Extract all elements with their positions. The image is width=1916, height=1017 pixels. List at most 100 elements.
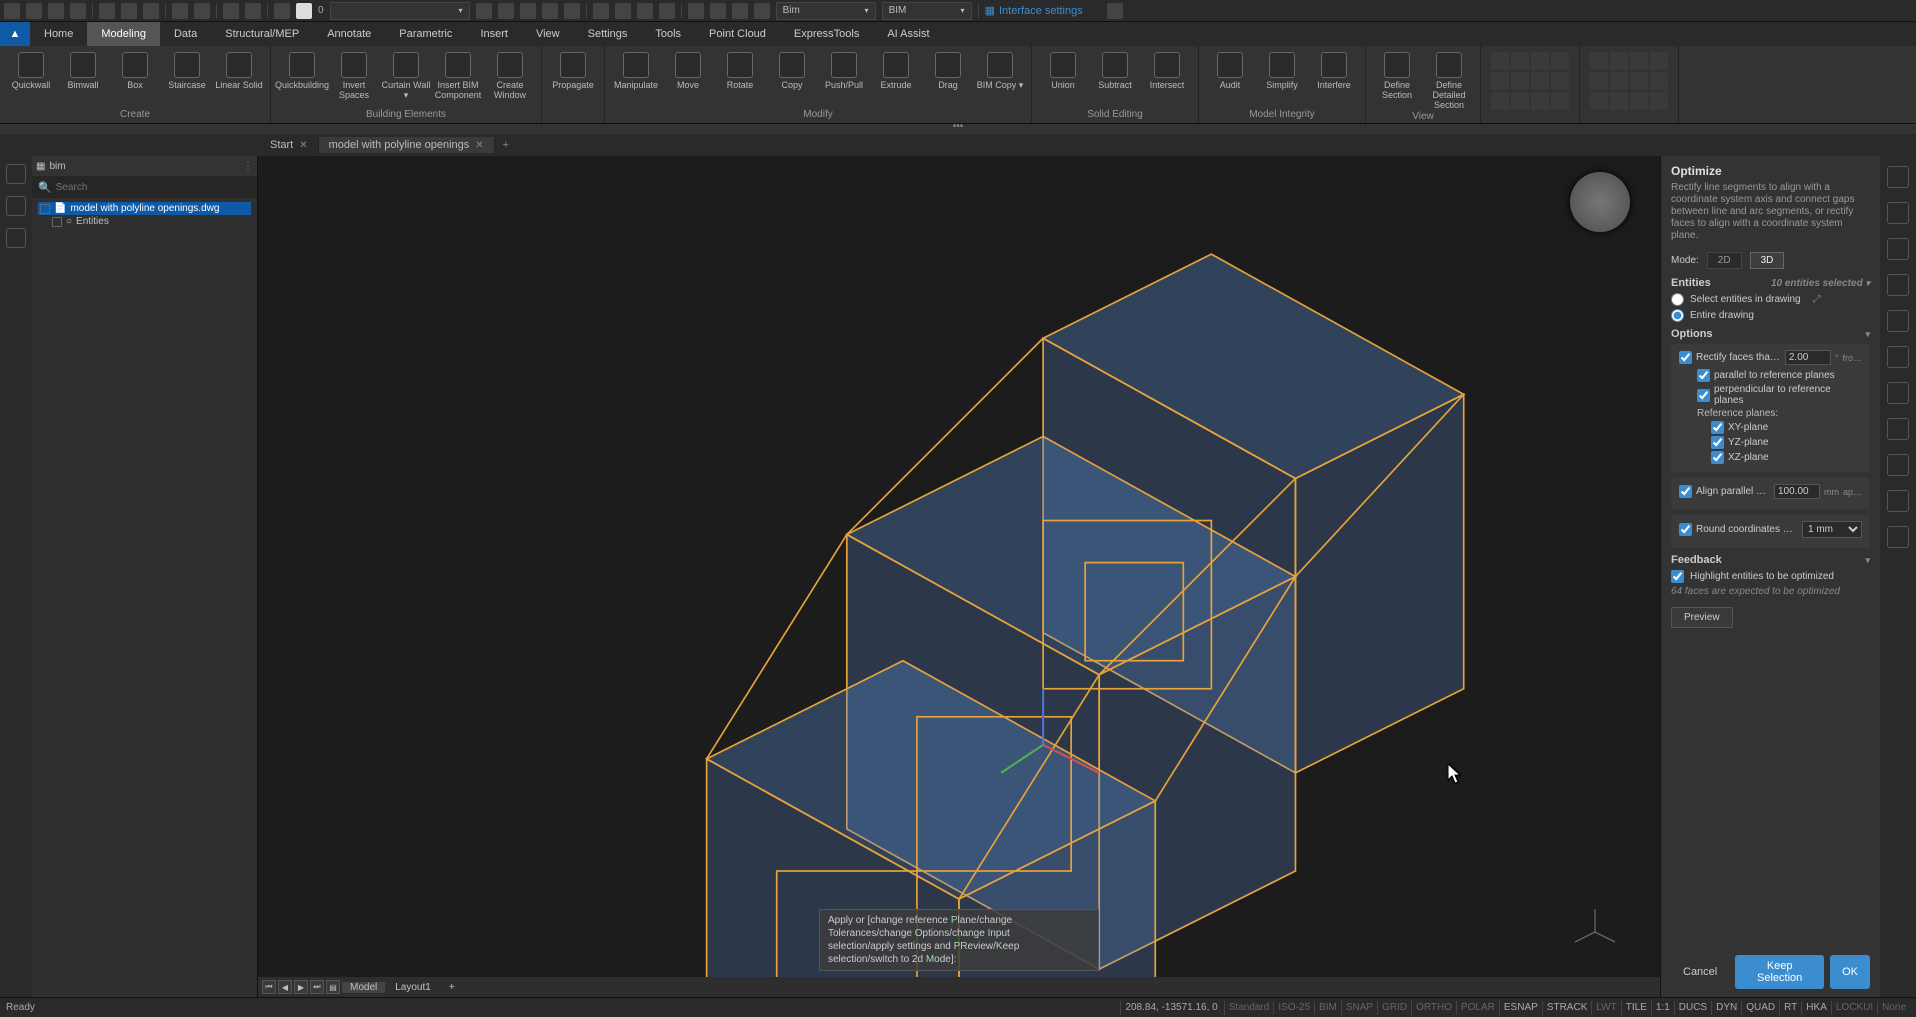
ribbon-copy[interactable]: Copy xyxy=(767,48,817,90)
round-select[interactable]: 1 mm xyxy=(1802,521,1862,538)
collapse-icon[interactable]: ▾ xyxy=(1865,329,1870,340)
ribbon-bim-copy-[interactable]: BIM Copy ▾ xyxy=(975,48,1025,90)
qat-icon[interactable] xyxy=(615,3,631,19)
status-standard[interactable]: Standard xyxy=(1224,1001,1274,1015)
ribbon-rotate[interactable]: Rotate xyxy=(715,48,765,90)
qat-icon[interactable] xyxy=(476,3,492,19)
status-none[interactable]: None xyxy=(1877,1001,1910,1015)
status-11[interactable]: 1:1 xyxy=(1651,1001,1674,1015)
tool-icon[interactable] xyxy=(1887,310,1909,332)
rectify-value[interactable] xyxy=(1785,350,1831,365)
ribbon-audit[interactable]: Audit xyxy=(1205,48,1255,90)
status-lockui[interactable]: LOCKUI xyxy=(1831,1001,1877,1015)
xz-plane-checkbox[interactable] xyxy=(1711,451,1724,464)
yz-plane-checkbox[interactable] xyxy=(1711,436,1724,449)
viewport-3d[interactable]: Apply or [change reference Plane/change … xyxy=(258,156,1660,997)
menu-tab-modeling[interactable]: Modeling xyxy=(87,22,160,46)
qat-icon[interactable] xyxy=(593,3,609,19)
ribbon-small-tool[interactable] xyxy=(1551,72,1569,90)
status-tile[interactable]: TILE xyxy=(1621,1001,1651,1015)
status-rt[interactable]: RT xyxy=(1779,1001,1801,1015)
tree-file-row[interactable]: 📄 model with polyline openings.dwg xyxy=(38,202,251,215)
ribbon-bimwall[interactable]: Bimwall xyxy=(58,48,108,90)
ribbon-create-window[interactable]: Create Window xyxy=(485,48,535,100)
tool-icon[interactable] xyxy=(1887,238,1909,260)
expand-icon[interactable] xyxy=(40,204,50,214)
perpendicular-checkbox[interactable] xyxy=(1697,389,1710,402)
status-lwt[interactable]: LWT xyxy=(1591,1001,1620,1015)
tool-icon[interactable] xyxy=(1887,382,1909,404)
menu-tab-structural-mep[interactable]: Structural/MEP xyxy=(211,22,313,46)
qat-icon[interactable] xyxy=(754,3,770,19)
doc-tab[interactable]: Start✕ xyxy=(260,137,319,153)
status-strack[interactable]: STRACK xyxy=(1542,1001,1592,1015)
ribbon-small-tool[interactable] xyxy=(1590,52,1608,70)
qat-icon[interactable] xyxy=(498,3,514,19)
expand-icon[interactable] xyxy=(52,217,62,227)
qat-icon[interactable] xyxy=(542,3,558,19)
ribbon-small-tool[interactable] xyxy=(1531,52,1549,70)
layout-list[interactable]: ▤ xyxy=(326,980,340,994)
status-ortho[interactable]: ORTHO xyxy=(1411,1001,1456,1015)
rectify-checkbox[interactable] xyxy=(1679,351,1692,364)
ribbon-small-tool[interactable] xyxy=(1590,72,1608,90)
tree-entities-row[interactable]: ○ Entities xyxy=(38,215,251,228)
ribbon-invert-spaces[interactable]: Invert Spaces xyxy=(329,48,379,100)
home-icon[interactable] xyxy=(6,196,26,216)
round-checkbox[interactable] xyxy=(1679,523,1692,536)
tool-icon[interactable] xyxy=(1887,274,1909,296)
qat-icon[interactable] xyxy=(99,3,115,19)
search-input[interactable] xyxy=(56,182,251,193)
cancel-button[interactable]: Cancel xyxy=(1671,955,1729,989)
ribbon-small-tool[interactable] xyxy=(1590,92,1608,110)
menu-tab-annotate[interactable]: Annotate xyxy=(313,22,385,46)
interface-settings-link[interactable]: ▦ Interface settings xyxy=(985,4,1083,17)
layout-tab-layout1[interactable]: Layout1 xyxy=(387,982,439,993)
preview-button[interactable]: Preview xyxy=(1671,607,1733,628)
drag-handle-icon[interactable]: ⋮ xyxy=(243,161,253,172)
menu-tab-tools[interactable]: Tools xyxy=(641,22,695,46)
tool-icon[interactable] xyxy=(1887,346,1909,368)
collapse-icon[interactable]: ▾ xyxy=(1865,555,1870,566)
qat-icon[interactable] xyxy=(143,3,159,19)
status-quad[interactable]: QUAD xyxy=(1741,1001,1779,1015)
highlight-checkbox[interactable] xyxy=(1671,570,1684,583)
ribbon-interfere[interactable]: Interfere xyxy=(1309,48,1359,90)
ribbon-small-tool[interactable] xyxy=(1650,92,1668,110)
tool-icon[interactable] xyxy=(1887,490,1909,512)
qat-icon[interactable] xyxy=(245,3,261,19)
status-polar[interactable]: POLAR xyxy=(1456,1001,1499,1015)
status-ducs[interactable]: DUCS xyxy=(1674,1001,1711,1015)
ribbon-define-section[interactable]: Define Section xyxy=(1372,48,1422,100)
ribbon-intersect[interactable]: Intersect xyxy=(1142,48,1192,90)
ribbon-subtract[interactable]: Subtract xyxy=(1090,48,1140,90)
close-icon[interactable]: ✕ xyxy=(475,140,483,151)
menu-tab-settings[interactable]: Settings xyxy=(574,22,642,46)
command-line[interactable]: Apply or [change reference Plane/change … xyxy=(819,909,1099,971)
mode-3d-button[interactable]: 3D xyxy=(1750,252,1785,269)
qat-icon[interactable] xyxy=(659,3,675,19)
qat-icon[interactable] xyxy=(688,3,704,19)
xy-plane-checkbox[interactable] xyxy=(1711,421,1724,434)
status-dyn[interactable]: DYN xyxy=(1711,1001,1741,1015)
tool-icon[interactable] xyxy=(1887,166,1909,188)
pick-icon[interactable]: ⤢ xyxy=(1813,294,1821,305)
ribbon-drag[interactable]: Drag xyxy=(923,48,973,90)
ribbon-quickwall[interactable]: Quickwall xyxy=(6,48,56,90)
radio-select-entities[interactable] xyxy=(1671,293,1684,306)
ribbon-staircase[interactable]: Staircase xyxy=(162,48,212,90)
menu-tab-view[interactable]: View xyxy=(522,22,574,46)
viewcube[interactable] xyxy=(1570,172,1630,232)
qat-icon[interactable] xyxy=(70,3,86,19)
ribbon-simplify[interactable]: Simplify xyxy=(1257,48,1307,90)
ribbon-propagate[interactable]: Propagate xyxy=(548,48,598,90)
menu-tab-data[interactable]: Data xyxy=(160,22,211,46)
undo-icon[interactable] xyxy=(172,3,188,19)
ribbon-small-tool[interactable] xyxy=(1551,92,1569,110)
structure-icon[interactable] xyxy=(6,228,26,248)
help-icon[interactable] xyxy=(1107,3,1123,19)
ribbon-small-tool[interactable] xyxy=(1491,72,1509,90)
ribbon-union[interactable]: Union xyxy=(1038,48,1088,90)
ribbon-small-tool[interactable] xyxy=(1630,92,1648,110)
ribbon-push-pull[interactable]: Push/Pull xyxy=(819,48,869,90)
